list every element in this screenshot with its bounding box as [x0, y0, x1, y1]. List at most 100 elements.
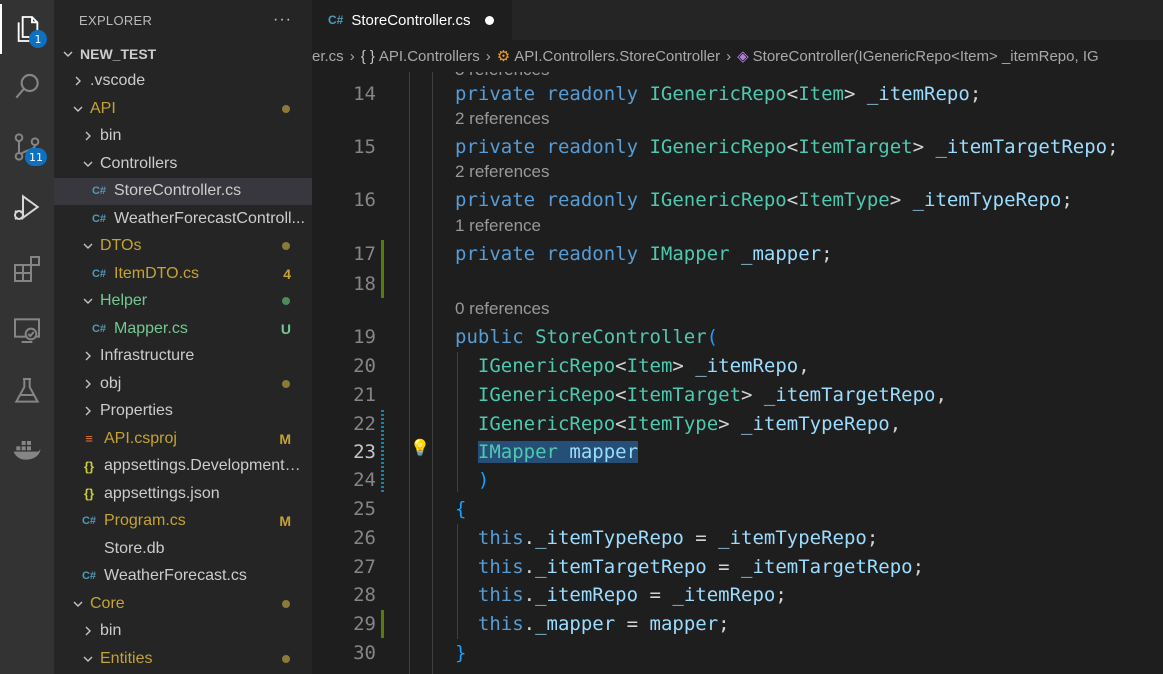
tree-item[interactable]: C# StoreController.cs	[54, 177, 312, 205]
tree-item[interactable]: API	[54, 95, 312, 123]
code-token: ,	[798, 355, 810, 377]
codelens-references[interactable]: 1 reference	[455, 214, 541, 238]
breadcrumb-namespace[interactable]: API.Controllers	[379, 48, 480, 65]
code-token: .	[523, 527, 536, 549]
code-token: this	[477, 584, 524, 606]
line-number: 30	[353, 642, 376, 664]
code-token: readonly	[546, 83, 650, 105]
code-token: IGenericRepo	[649, 83, 787, 105]
run-debug-activity[interactable]	[0, 182, 54, 232]
csharp-file-icon: C#	[91, 185, 107, 198]
tree-item[interactable]: .vscode	[54, 68, 312, 96]
code-editor[interactable]: 3 references 14private readonly IGeneric…	[312, 72, 1163, 674]
code-text: IGenericRepo<ItemType> _itemTypeRepo,	[455, 410, 901, 438]
code-token: <	[786, 136, 799, 158]
chevron-right-icon: ›	[726, 47, 732, 65]
remote-explorer-activity[interactable]	[0, 305, 54, 355]
tree-item[interactable]: Infrastructure	[54, 343, 312, 371]
code-token: <	[615, 355, 627, 377]
git-modified-gutter[interactable]	[381, 410, 384, 494]
tree-item[interactable]: Controllers	[54, 150, 312, 178]
code-token: Item	[626, 355, 673, 377]
code-token: StoreController	[535, 326, 707, 348]
remote-explorer-icon	[14, 318, 40, 343]
tree-item[interactable]: bin	[54, 123, 312, 151]
line-number: 19	[353, 326, 376, 348]
git-added-gutter[interactable]	[381, 610, 384, 638]
explorer-activity[interactable]: 1	[0, 4, 54, 54]
project-file-icon: ≡	[85, 431, 93, 447]
testing-activity[interactable]	[0, 366, 54, 416]
code-token: _itemRepo	[672, 584, 776, 606]
tree-item[interactable]: C# ItemDTO.cs 4	[54, 260, 312, 288]
code-token: private	[455, 189, 547, 211]
line-number: 25	[353, 498, 376, 520]
json-file-icon: {}	[83, 458, 95, 474]
tree-item[interactable]: Core	[54, 590, 312, 618]
tree-item-label: DTOs	[100, 237, 142, 255]
breadcrumb-class[interactable]: API.Controllers.StoreController	[514, 48, 720, 65]
more-actions-icon[interactable]: ···	[273, 11, 292, 29]
codelens-references[interactable]: 2 references	[455, 107, 550, 131]
tree-item-label: WeatherForecast.cs	[104, 567, 247, 585]
git-status-dot-icon	[282, 379, 290, 388]
unsaved-dot-icon[interactable]	[484, 15, 494, 25]
docker-activity[interactable]	[0, 424, 54, 474]
lightbulb-icon[interactable]: 💡	[410, 438, 430, 457]
chevron-down-icon	[70, 103, 86, 115]
code-line: 25 {	[312, 495, 1163, 523]
code-line: 27 this._itemTargetRepo = _itemTargetRep…	[312, 553, 1163, 581]
code-token: >	[889, 189, 913, 211]
breadcrumb-file[interactable]: er.cs	[312, 48, 344, 65]
file-tree: .vscode API bin Controllers C# StoreControlle…	[54, 68, 312, 673]
csharp-file-icon: C#	[81, 570, 97, 583]
code-token: <	[786, 189, 799, 211]
tree-item[interactable]: C# WeatherForecast.cs	[54, 563, 312, 591]
code-token: >	[912, 136, 936, 158]
tree-item[interactable]: {} appsettings.Development.j...	[54, 453, 312, 481]
source-control-activity[interactable]: 11	[0, 122, 54, 172]
chevron-down-icon	[80, 158, 96, 170]
tree-item[interactable]: C# WeatherForecastControll...	[54, 205, 312, 233]
tree-item[interactable]: Properties	[54, 398, 312, 426]
flask-icon	[14, 378, 40, 403]
codelens-references[interactable]: 0 references	[455, 297, 550, 321]
tree-item[interactable]: Helper	[54, 288, 312, 316]
tree-item[interactable]: Store.db	[54, 535, 312, 563]
code-text: this._itemTargetRepo = _itemTargetRepo;	[455, 553, 924, 581]
code-token: ItemTarget	[626, 384, 742, 406]
breadcrumb-member[interactable]: StoreController(IGenericRepo<Item> _item…	[753, 48, 1099, 65]
workspace-root[interactable]: NEW_TEST	[54, 40, 312, 68]
git-added-gutter[interactable]	[381, 240, 384, 298]
tree-item[interactable]: C# Mapper.cs U	[54, 315, 312, 343]
tree-item[interactable]: DTOs	[54, 233, 312, 261]
line-number: 18	[353, 273, 376, 295]
tree-item[interactable]: C# Program.cs M	[54, 508, 312, 536]
tree-item[interactable]: {} appsettings.json	[54, 480, 312, 508]
explorer-sidebar: EXPLORER ··· NEW_TEST .vscode API bin Contr…	[54, 0, 366, 674]
code-token: _itemTypeRepo	[718, 527, 867, 549]
codelens-references[interactable]: 2 references	[455, 160, 550, 184]
tree-item-label: Infrastructure	[100, 347, 195, 365]
tab-storecontroller[interactable]: C# StoreController.cs	[312, 0, 512, 40]
code-token: _itemTargetRepo	[741, 556, 913, 578]
chevron-down-icon	[80, 295, 96, 307]
line-number: 27	[353, 556, 376, 578]
code-token: ,	[889, 413, 902, 435]
code-token: ,	[935, 384, 947, 406]
tab-label: StoreController.cs	[351, 11, 471, 29]
tree-item[interactable]: Entities	[54, 645, 312, 673]
tree-item[interactable]: ≡ API.csproj M	[54, 425, 312, 453]
search-activity[interactable]	[0, 62, 54, 112]
tree-item[interactable]: obj	[54, 370, 312, 398]
extensions-activity[interactable]	[0, 244, 54, 294]
code-token: Item	[798, 83, 844, 105]
code-token: ;	[821, 243, 833, 265]
csharp-file-icon: C#	[91, 322, 107, 335]
line-number: 14	[353, 83, 376, 105]
activity-bar: 1 11	[0, 0, 54, 674]
tree-item[interactable]: bin	[54, 618, 312, 646]
